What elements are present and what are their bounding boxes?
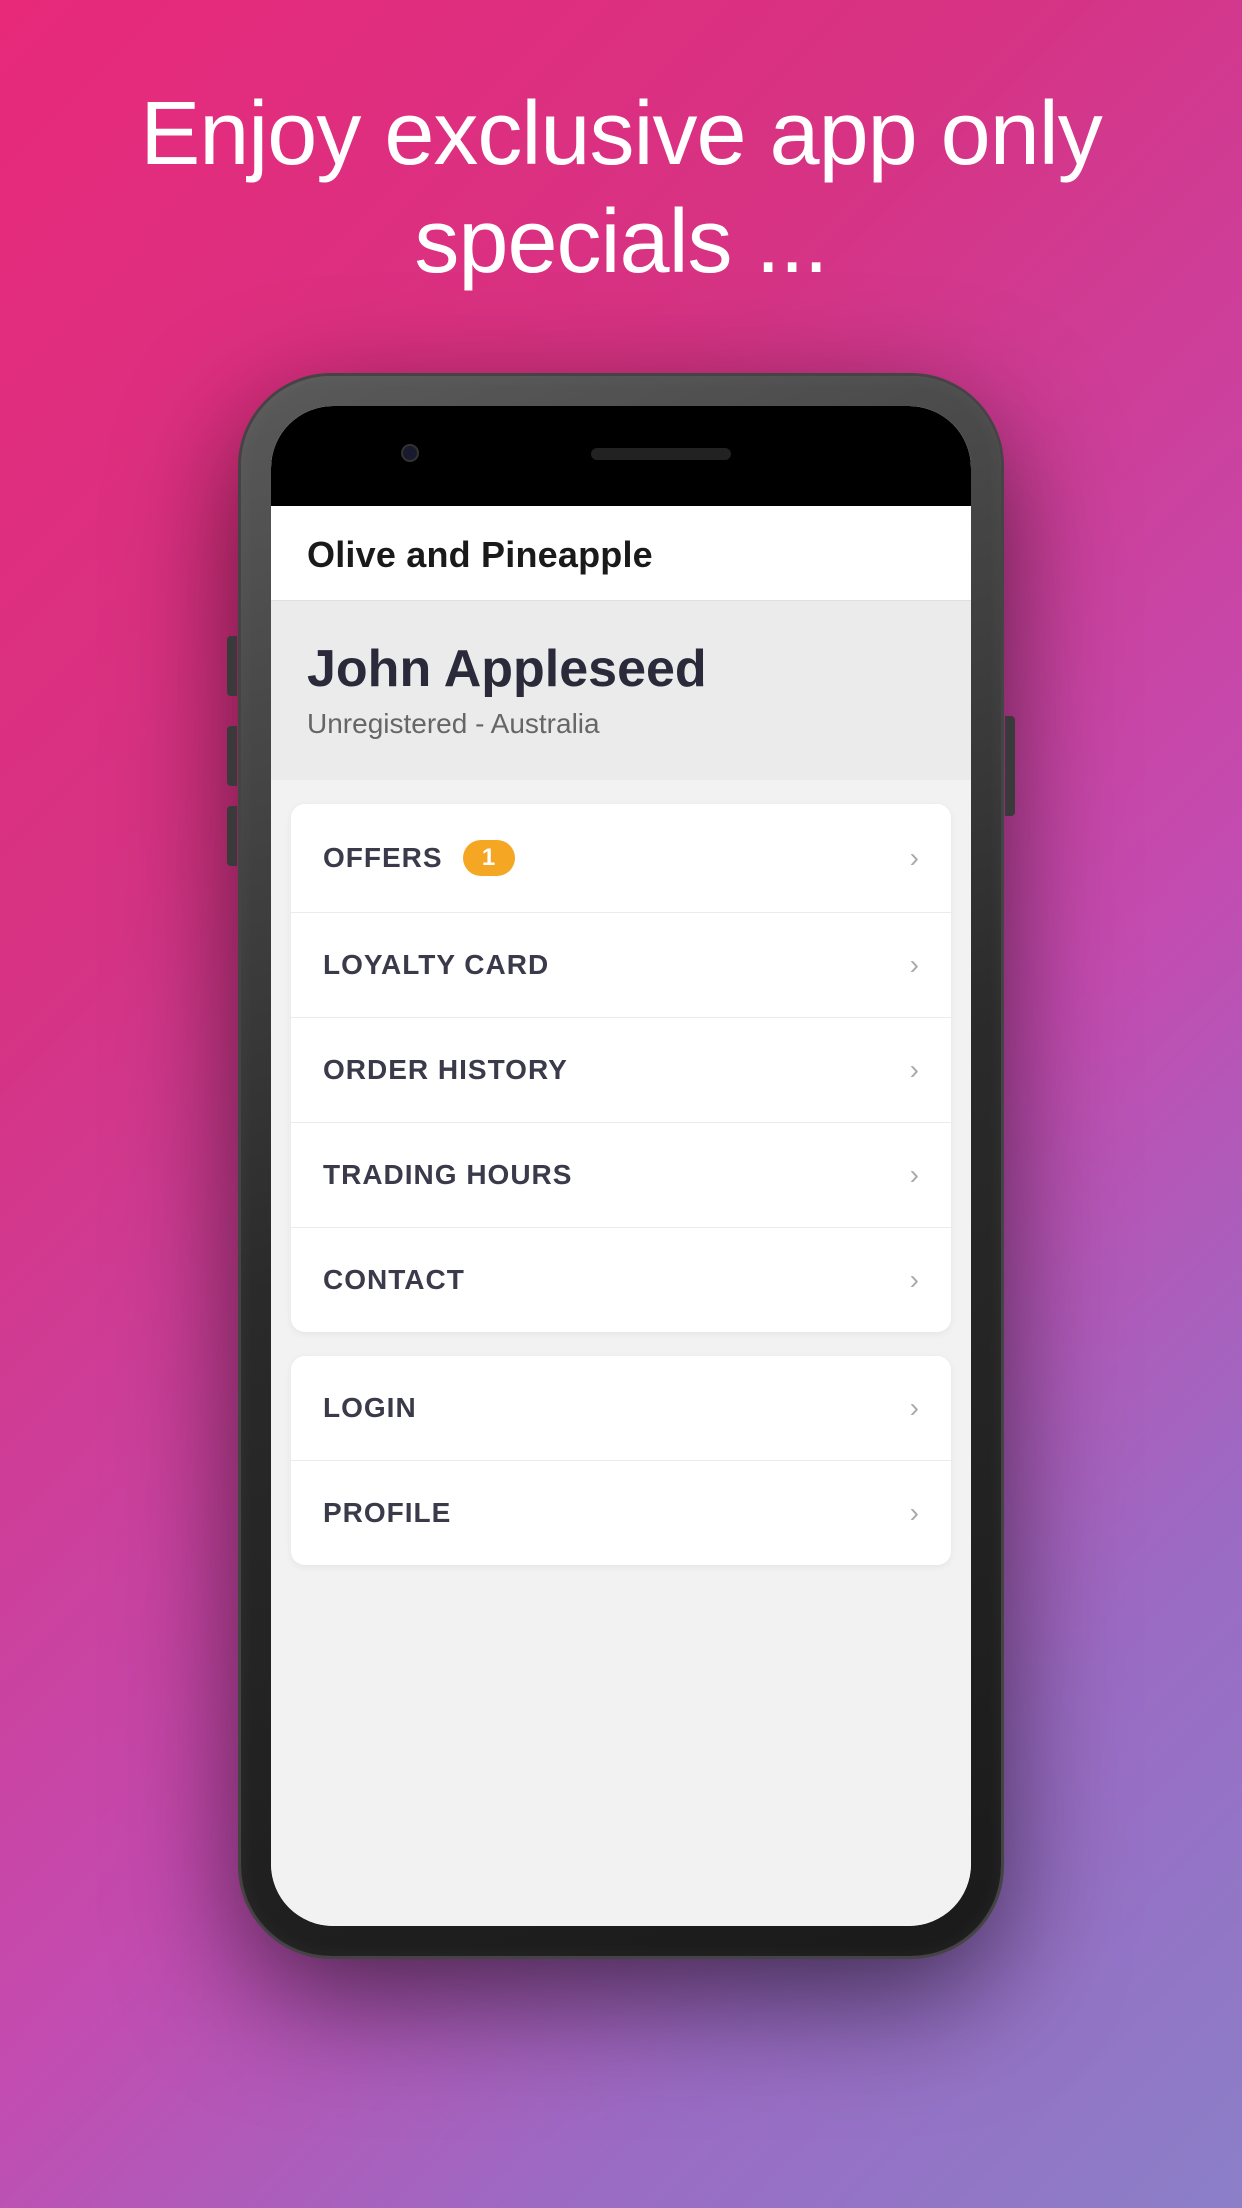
phone-mockup: Olive and Pineapple John Appleseed Unreg… — [241, 376, 1001, 1956]
offers-chevron-icon: › — [910, 842, 919, 874]
login-label: LOGIN — [323, 1392, 417, 1424]
menu-item-order-history[interactable]: ORDER HISTORY › — [291, 1018, 951, 1123]
profile-chevron-icon: › — [910, 1497, 919, 1529]
user-name: John Appleseed — [307, 641, 935, 698]
camera-icon — [401, 444, 419, 462]
loyalty-card-chevron-icon: › — [910, 949, 919, 981]
phone-notch — [271, 406, 971, 506]
phone-frame: Olive and Pineapple John Appleseed Unreg… — [241, 376, 1001, 1956]
trading-hours-label: TRADING HOURS — [323, 1159, 572, 1191]
offers-badge: 1 — [463, 840, 515, 876]
profile-label: PROFILE — [323, 1497, 451, 1529]
user-status: Unregistered - Australia — [307, 708, 935, 740]
menu-item-contact[interactable]: CONTACT › — [291, 1228, 951, 1332]
menu-item-offers[interactable]: OFFERS 1 › — [291, 804, 951, 913]
login-chevron-icon: › — [910, 1392, 919, 1424]
menu-item-trading-hours[interactable]: TRADING HOURS › — [291, 1123, 951, 1228]
contact-chevron-icon: › — [910, 1264, 919, 1296]
app-header: Olive and Pineapple — [271, 506, 971, 601]
app-title: Olive and Pineapple — [307, 534, 653, 575]
phone-screen: Olive and Pineapple John Appleseed Unreg… — [271, 406, 971, 1926]
tagline: Enjoy exclusive app only specials ... — [0, 80, 1242, 296]
offers-label: OFFERS — [323, 842, 443, 874]
menu-group-1: OFFERS 1 › LOYALTY CARD › ORDER HISTORY … — [291, 804, 951, 1332]
trading-hours-chevron-icon: › — [910, 1159, 919, 1191]
order-history-chevron-icon: › — [910, 1054, 919, 1086]
loyalty-card-label: LOYALTY CARD — [323, 949, 549, 981]
menu-item-loyalty-card[interactable]: LOYALTY CARD › — [291, 913, 951, 1018]
menu-group-2: LOGIN › PROFILE › — [291, 1356, 951, 1565]
contact-label: CONTACT — [323, 1264, 465, 1296]
user-section: John Appleseed Unregistered - Australia — [271, 601, 971, 780]
menu-item-offers-left: OFFERS 1 — [323, 840, 515, 876]
speaker-icon — [591, 448, 731, 460]
app-content: Olive and Pineapple John Appleseed Unreg… — [271, 506, 971, 1926]
order-history-label: ORDER HISTORY — [323, 1054, 568, 1086]
menu-item-profile[interactable]: PROFILE › — [291, 1461, 951, 1565]
menu-item-login[interactable]: LOGIN › — [291, 1356, 951, 1461]
